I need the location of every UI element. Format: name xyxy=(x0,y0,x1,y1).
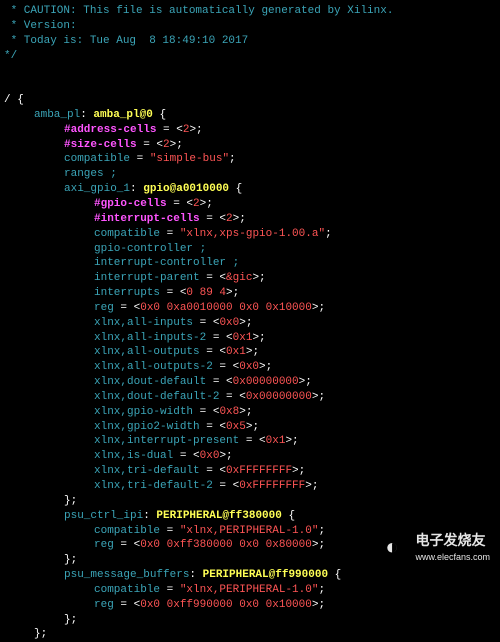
psu-msg-label: psu_message_buffers xyxy=(64,569,189,581)
int-cells-key: #interrupt-cells xyxy=(94,213,200,225)
comment-caution: * CAUTION: This file is automatically ge… xyxy=(4,5,393,17)
gpio-cells-key: #gpio-cells xyxy=(94,198,167,210)
psu-msg-name: PERIPHERAL@ff990000 xyxy=(203,569,328,581)
compat-key: compatible xyxy=(64,153,130,165)
watermark-brand: 电子发烧友 xyxy=(415,532,485,548)
watermark: 电子发烧友 www.elecfans.com xyxy=(385,531,490,563)
int-controller: interrupt-controller ; xyxy=(94,257,239,269)
gpio-name: gpio@a0010000 xyxy=(143,183,229,195)
gpio-label: axi_gpio_1 xyxy=(64,183,130,195)
psu-ctrl-name: PERIPHERAL@ff380000 xyxy=(156,510,281,522)
comment-today: * Today is: Tue Aug 8 18:49:10 2017 xyxy=(4,35,248,47)
amba-close: }; xyxy=(34,628,47,640)
psu-ctrl-label: psu_ctrl_ipi xyxy=(64,510,143,522)
psu-ctrl-close: }; xyxy=(64,554,77,566)
comment-close: */ xyxy=(4,50,17,62)
psu-msg-close: }; xyxy=(64,614,77,626)
size-cells-key: #size-cells xyxy=(64,139,137,151)
elecfans-logo-icon xyxy=(385,534,407,560)
amba-label: amba_pl xyxy=(34,109,80,121)
amba-name: amba_pl@0 xyxy=(93,109,152,121)
watermark-url: www.elecfans.com xyxy=(415,551,490,563)
gpio-close: }; xyxy=(64,495,77,507)
gpio-controller: gpio-controller ; xyxy=(94,243,206,255)
ranges: ranges ; xyxy=(64,168,117,180)
root-open: / { xyxy=(4,94,24,106)
addr-cells-key: #address-cells xyxy=(64,124,156,136)
comment-version: * Version: xyxy=(4,20,77,32)
